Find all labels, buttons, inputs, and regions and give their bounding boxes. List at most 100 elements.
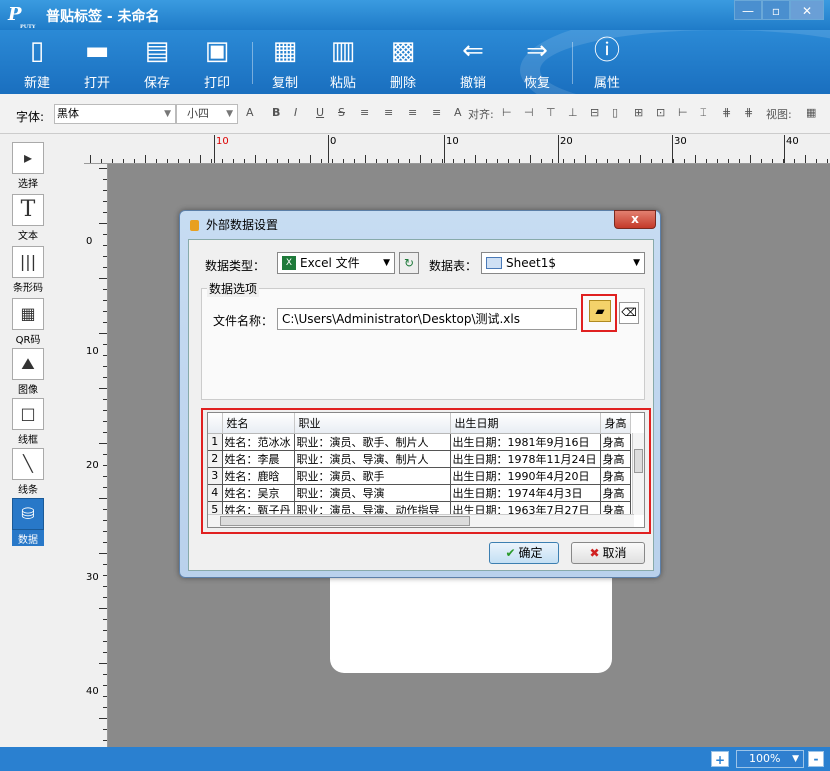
ok-button[interactable]: ✔ 确定 bbox=[489, 542, 559, 564]
zoom-select[interactable]: 100% ▼ bbox=[736, 750, 804, 768]
restore-button[interactable]: ▫ bbox=[762, 0, 790, 20]
ruler-tick bbox=[409, 159, 410, 163]
center-vertical-icon[interactable]: ▯ bbox=[612, 106, 618, 119]
sheet-select[interactable]: Sheet1$ ▼ bbox=[481, 252, 645, 274]
save-button[interactable]: ▤ 保存 bbox=[134, 34, 180, 92]
align-center-icon[interactable]: ≡ bbox=[384, 106, 393, 119]
column-header[interactable]: 身高 bbox=[600, 413, 631, 434]
ruler-tick bbox=[103, 575, 107, 576]
text-icon: T bbox=[12, 194, 44, 226]
tool-barcode[interactable]: ||| 条形码 bbox=[12, 246, 44, 294]
properties-button[interactable]: ⓘ 属性 bbox=[584, 34, 630, 92]
vertical-ruler: 0 10 20 30 40 bbox=[84, 164, 108, 747]
clear-file-button[interactable]: ⌫ bbox=[619, 302, 639, 324]
tool-qrcode[interactable]: ▦ QR码 bbox=[12, 298, 44, 346]
status-bar: + 100% ▼ - bbox=[0, 747, 830, 771]
ruler-tick bbox=[167, 159, 168, 163]
minimize-button[interactable]: — bbox=[734, 0, 762, 20]
copy-button[interactable]: ▦ 复制 bbox=[262, 34, 308, 92]
table-row[interactable]: 1 姓名：范冰冰 职业：演员、歌手、制片人 出生日期：1981年9月16日 身高 bbox=[208, 433, 631, 451]
align-left-icon[interactable]: ≡ bbox=[360, 106, 369, 119]
ruler-tick bbox=[805, 155, 806, 163]
ruler-tick bbox=[103, 465, 107, 466]
paste-icon: ▥ bbox=[330, 36, 356, 66]
clear-icon: ⌫ bbox=[621, 306, 637, 319]
center-horizontal-icon[interactable]: ⊟ bbox=[590, 106, 599, 119]
same-width-icon[interactable]: ⊢ bbox=[678, 106, 688, 119]
font-grow-icon[interactable]: A bbox=[246, 106, 254, 119]
align-objects-bottom-icon[interactable]: ⊥ bbox=[568, 106, 578, 119]
paste-button[interactable]: ▥ 粘贴 bbox=[320, 34, 366, 92]
new-file-icon: ▯ bbox=[29, 36, 45, 66]
new-button[interactable]: ▯ 新建 bbox=[14, 34, 60, 92]
column-header[interactable]: 出生日期 bbox=[450, 413, 601, 434]
close-window-button[interactable]: ✕ bbox=[790, 0, 824, 20]
refresh-button[interactable]: ↻ bbox=[399, 252, 419, 274]
arrow-left-icon: ⇐ bbox=[462, 36, 484, 66]
format-toolbar: 字体: 黑体 ▼ 小四 ▼ A B I U S ≡ ≡ ≡ ≡ A 对齐: ⊢ ⊣ … bbox=[0, 94, 830, 134]
align-objects-left-icon[interactable]: ⊢ bbox=[502, 106, 512, 119]
underline-icon[interactable]: U bbox=[316, 106, 324, 119]
zoom-in-button[interactable]: + bbox=[711, 751, 729, 767]
data-type-select[interactable]: X Excel 文件 ▼ bbox=[277, 252, 395, 274]
italic-icon[interactable]: I bbox=[294, 106, 297, 119]
ruler-tick bbox=[103, 421, 107, 422]
file-path-input[interactable]: C:\Users\Administrator\Desktop\测试.xls bbox=[277, 308, 577, 330]
space-h-icon[interactable]: ⋕ bbox=[722, 106, 731, 119]
zoom-out-button[interactable]: - bbox=[808, 751, 824, 767]
strikethrough-icon[interactable]: S bbox=[338, 106, 345, 119]
tool-rectangle[interactable]: □ 线框 bbox=[12, 398, 44, 446]
group-icon[interactable]: ⊡ bbox=[656, 106, 665, 119]
open-button[interactable]: ▬ 打开 bbox=[74, 34, 120, 92]
row-number-cell: 1 bbox=[208, 433, 223, 451]
table-cell: 职业：演员、歌手、制片人 bbox=[294, 433, 451, 451]
cancel-button[interactable]: ✖ 取消 bbox=[571, 542, 645, 564]
table-row[interactable]: 3 姓名：鹿晗 职业：演员、歌手 出生日期：1990年4月20日 身高 bbox=[208, 467, 631, 485]
tool-image[interactable]: ⛰ 图像 bbox=[12, 348, 44, 396]
table-cell: 职业：演员、导演 bbox=[294, 484, 451, 502]
column-header[interactable]: 职业 bbox=[294, 413, 451, 434]
delete-button[interactable]: ▩ 删除 bbox=[380, 34, 426, 92]
distribute-icon[interactable]: ⊞ bbox=[634, 106, 643, 119]
view-mode-icon[interactable]: ▦ bbox=[806, 106, 816, 119]
table-row[interactable]: 2 姓名：李晨 职业：演员、导演、制片人 出生日期：1978年11月24日 身高 bbox=[208, 450, 631, 468]
redo-button[interactable]: ⇒ 恢复 bbox=[514, 34, 560, 92]
horizontal-scrollbar[interactable] bbox=[208, 514, 634, 527]
ruler-tick bbox=[103, 685, 107, 686]
ruler-tick bbox=[431, 159, 432, 163]
scroll-thumb[interactable] bbox=[220, 516, 470, 526]
undo-button[interactable]: ⇐ 撤销 bbox=[450, 34, 496, 92]
table-row[interactable]: 4 姓名：吴京 职业：演员、导演 出生日期：1974年4月3日 身高 bbox=[208, 484, 631, 502]
chevron-down-icon: ▼ bbox=[164, 109, 171, 119]
tool-data[interactable]: ⛁ 数据 bbox=[12, 498, 44, 546]
vertical-scrollbar[interactable] bbox=[632, 433, 644, 515]
align-objects-right-icon[interactable]: ⊣ bbox=[524, 106, 534, 119]
ruler-tick bbox=[123, 159, 124, 163]
ribbon-toolbar: ▯ 新建 ▬ 打开 ▤ 保存 ▣ 打印 ▦ 复制 ▥ 粘贴 ▩ 删除 ⇐ 撤销 ⇒ 恢复 ⓘ 属性 bbox=[0, 30, 830, 94]
ruler-tick bbox=[750, 155, 751, 163]
tool-select[interactable]: ▸ 选择 bbox=[12, 142, 44, 190]
ruler-tick bbox=[99, 663, 107, 664]
justify-icon[interactable]: ≡ bbox=[432, 106, 441, 119]
font-size-select[interactable]: 小四 ▼ bbox=[176, 104, 238, 124]
scroll-thumb[interactable] bbox=[634, 449, 643, 473]
ruler-tick bbox=[103, 531, 107, 532]
print-button[interactable]: ▣ 打印 bbox=[194, 34, 240, 92]
tool-line[interactable]: ╲ 线条 bbox=[12, 448, 44, 496]
column-header[interactable]: 姓名 bbox=[222, 413, 295, 434]
ruler-tick bbox=[103, 410, 107, 411]
browse-button[interactable]: ▰ bbox=[589, 300, 611, 322]
font-size-icon[interactable]: A bbox=[454, 106, 462, 119]
dialog-close-button[interactable]: x bbox=[614, 210, 656, 229]
same-height-icon[interactable]: ⌶ bbox=[700, 106, 707, 120]
font-select[interactable]: 黑体 ▼ bbox=[54, 104, 176, 124]
tool-text[interactable]: T 文本 bbox=[12, 194, 44, 242]
bold-icon[interactable]: B bbox=[272, 106, 280, 119]
view-label: 视图: bbox=[766, 108, 792, 121]
align-objects-top-icon[interactable]: ⊤ bbox=[546, 106, 556, 119]
ruler-tick bbox=[103, 355, 107, 356]
table-cell: 身高 bbox=[600, 467, 631, 485]
space-v-icon[interactable]: ⋕ bbox=[744, 106, 753, 119]
ruler-tick bbox=[398, 159, 399, 163]
align-right-icon[interactable]: ≡ bbox=[408, 106, 417, 119]
